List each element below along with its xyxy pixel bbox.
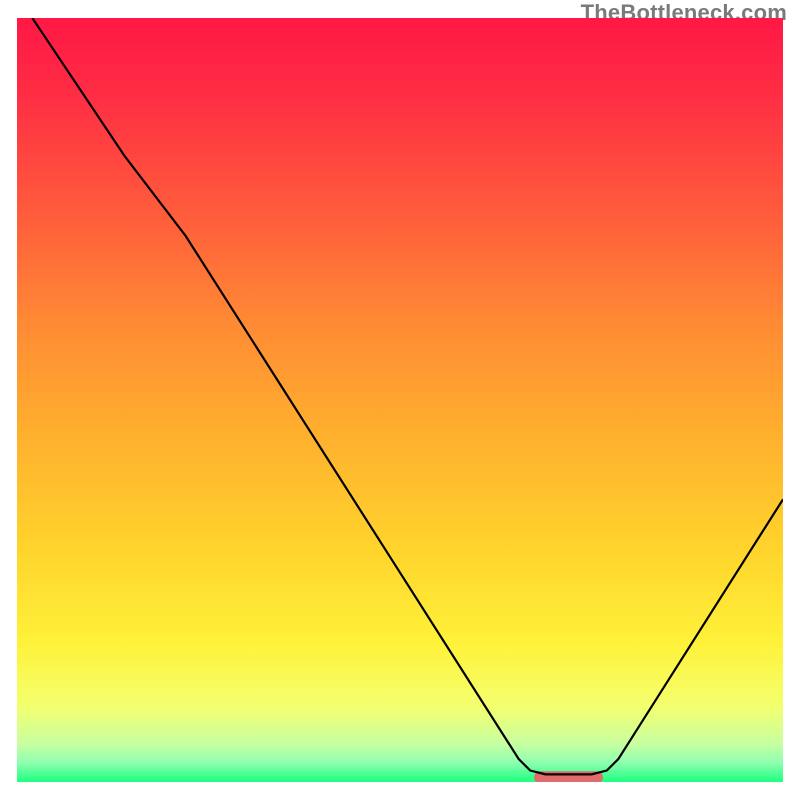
- marker-group: [534, 771, 603, 782]
- chart-canvas: TheBottleneck.com: [0, 0, 800, 800]
- highlight-segment: [534, 771, 603, 782]
- plot-area: [17, 18, 783, 782]
- gradient-background: [17, 18, 783, 782]
